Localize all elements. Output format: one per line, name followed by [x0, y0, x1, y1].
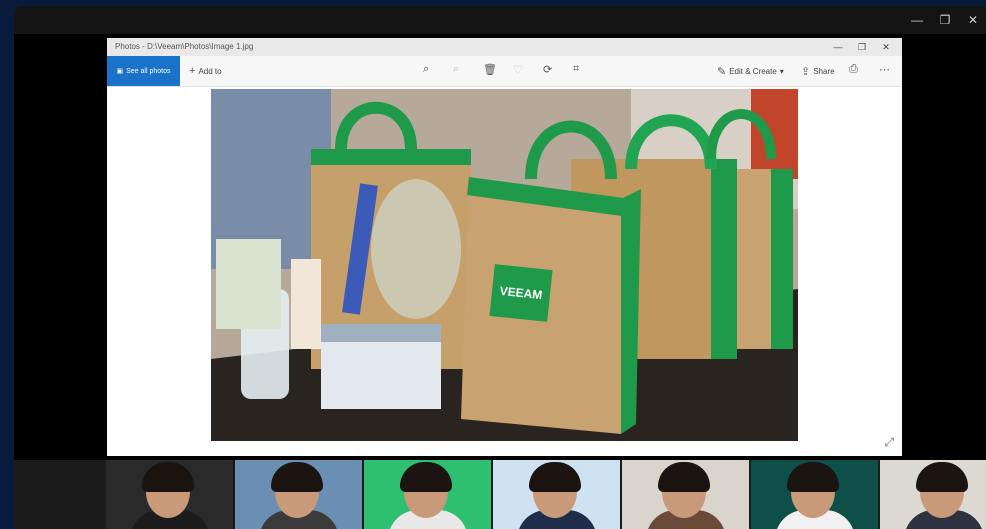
see-all-photos-button[interactable]: ▣ See all photos — [107, 56, 180, 86]
participant-hair — [271, 462, 323, 492]
photo-small-box — [216, 239, 281, 329]
print-icon[interactable]: ⎙ — [849, 63, 858, 76]
edit-create-button[interactable]: ✎ Edit & Create ▾ — [717, 65, 784, 78]
delete-icon[interactable]: 🗑 — [483, 63, 497, 76]
plus-icon: + — [189, 65, 196, 77]
gift-bags-photo: VEEAM — [211, 89, 798, 441]
participant-hair — [916, 462, 968, 492]
photo-face-shield — [371, 179, 461, 319]
photos-window-title: Photos - D:\Veeam\Photos\Image 1.jpg — [115, 42, 254, 51]
photo-bag-trim-3 — [771, 169, 793, 349]
photo-tissue-box — [291, 259, 321, 349]
zoom-in-icon[interactable]: ⌕ — [423, 63, 429, 76]
expand-icon[interactable]: ⤢ — [884, 435, 894, 450]
participant-strip — [14, 460, 986, 529]
rotate-icon[interactable]: ⟳ — [543, 63, 552, 76]
photo-red-object — [751, 89, 798, 179]
meeting-title-bar: — ❐ ✕ — [14, 6, 986, 34]
close-button[interactable]: ✕ — [960, 11, 986, 29]
add-to-label: Add to — [198, 66, 222, 76]
share-icon: ⇪ — [801, 66, 811, 78]
photos-app-window: Photos - D:\Veeam\Photos\Image 1.jpg — ❐… — [107, 38, 902, 456]
share-label: Share — [813, 67, 835, 76]
participant-tile[interactable] — [235, 460, 362, 529]
maximize-button[interactable]: ❐ — [932, 11, 958, 29]
participant-hair — [142, 462, 194, 492]
crop-icon[interactable]: ⌗ — [573, 63, 579, 76]
minimize-button[interactable]: — — [904, 11, 930, 29]
photos-close-button[interactable]: ✕ — [879, 40, 893, 54]
photos-icon: ▣ — [116, 68, 124, 75]
participant-tile[interactable] — [751, 460, 878, 529]
participant-hair — [529, 462, 581, 492]
screen-share-area: Photos - D:\Veeam\Photos\Image 1.jpg — ❐… — [14, 34, 986, 460]
participant-tile[interactable] — [364, 460, 491, 529]
participant-tile[interactable] — [622, 460, 749, 529]
participant-tile[interactable] — [880, 460, 986, 529]
photos-toolbar: ▣ See all photos + Add to ⌕ ⌕ 🗑 ♡ ⟳ ⌗ ✎ … — [107, 56, 902, 87]
favorite-icon[interactable]: ♡ — [513, 63, 523, 76]
participant-hair — [400, 462, 452, 492]
participant-tile[interactable] — [493, 460, 620, 529]
photo-mask-box-lid — [321, 324, 441, 342]
photos-maximize-button[interactable]: ❐ — [855, 40, 869, 54]
chevron-down-icon: ▾ — [779, 67, 784, 76]
meeting-stage: — ❐ ✕ Photos - D:\Veeam\Photos\Image 1.j… — [14, 6, 986, 529]
photo-bag-trim-1 — [311, 149, 471, 165]
displayed-photo: VEEAM — [211, 89, 798, 441]
edit-icon: ✎ — [717, 66, 727, 78]
participant-tile[interactable] — [106, 460, 233, 529]
edit-create-label: Edit & Create — [729, 67, 777, 76]
add-to-button[interactable]: + Add to — [189, 65, 222, 77]
see-all-photos-label: See all photos — [126, 67, 171, 75]
photo-bag-trim-2 — [711, 159, 737, 359]
participant-hair — [658, 462, 710, 492]
share-button[interactable]: ⇪ Share — [801, 65, 835, 78]
photos-title-bar: Photos - D:\Veeam\Photos\Image 1.jpg — ❐… — [107, 38, 902, 56]
more-options-icon[interactable]: ⋯ — [879, 63, 890, 76]
zoom-out-icon[interactable]: ⌕ — [453, 63, 459, 76]
participant-hair — [787, 462, 839, 492]
photos-minimize-button[interactable]: — — [831, 40, 845, 54]
